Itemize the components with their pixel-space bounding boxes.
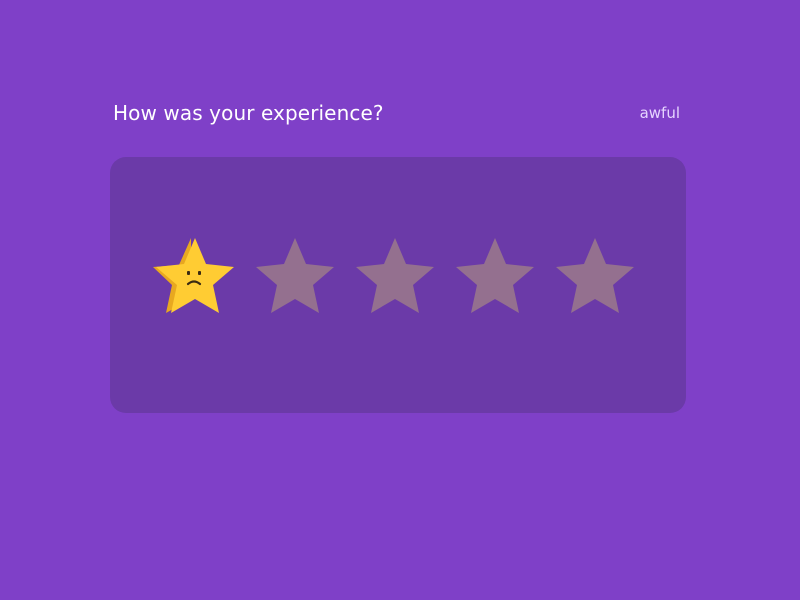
star-icon: [356, 238, 434, 313]
rating-value-label: awful: [639, 104, 680, 122]
star-4[interactable]: [452, 237, 538, 319]
star-3[interactable]: [352, 237, 438, 319]
star-icon: [256, 238, 334, 313]
rating-question: How was your experience?: [113, 101, 384, 125]
star-1[interactable]: [152, 237, 238, 319]
star-rating[interactable]: [152, 237, 638, 319]
star-2[interactable]: [252, 237, 338, 319]
star-icon: [456, 238, 534, 313]
star-icon: [556, 238, 634, 313]
star-5[interactable]: [552, 237, 638, 319]
rating-header: How was your experience? awful: [113, 97, 680, 129]
star-icon: [153, 238, 234, 313]
rating-card: [110, 157, 686, 413]
